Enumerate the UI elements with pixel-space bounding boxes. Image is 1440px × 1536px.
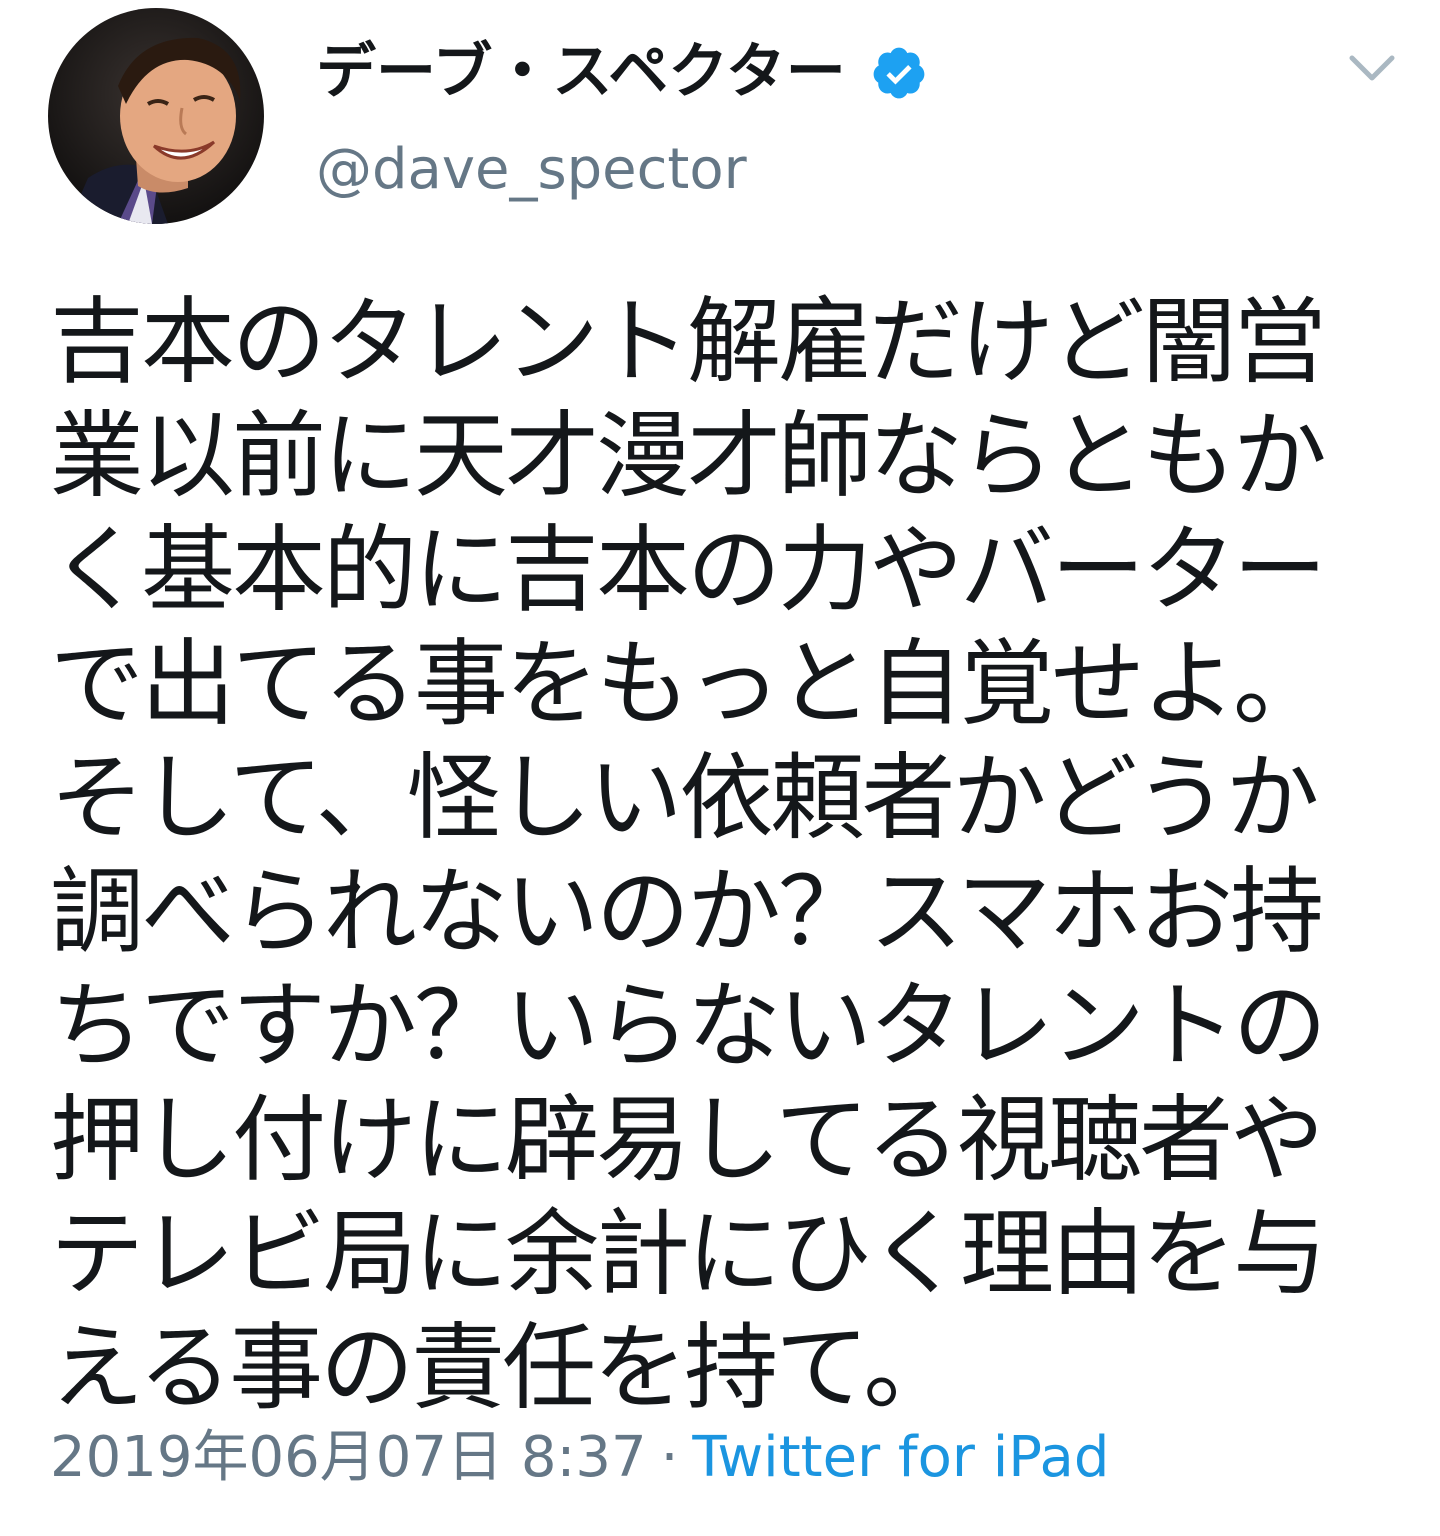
author-handle[interactable]: @dave_spector [316,136,747,204]
tweet-timestamp[interactable]: 2019年06月07日 8:37 [50,1425,647,1490]
tweet-card: デーブ・スペクター @dave_spector 吉本のタレント解雇だけど闇営業以… [0,0,1440,1536]
tweet-meta: 2019年06月07日 8:37 · Twitter for iPad [50,1424,1109,1492]
avatar-image [48,8,264,224]
author-display-name[interactable]: デーブ・スペクター [316,36,846,108]
tweet-text: 吉本のタレント解雇だけど闇営業以前に天才漫才師ならともかく基本的に吉本の力やバー… [50,288,1327,1423]
verified-badge-icon [873,47,925,99]
tweet-source-link[interactable]: Twitter for iPad [692,1425,1109,1490]
meta-separator: · [660,1425,679,1490]
author-avatar[interactable] [48,8,264,224]
chevron-down-icon[interactable] [1344,46,1400,90]
